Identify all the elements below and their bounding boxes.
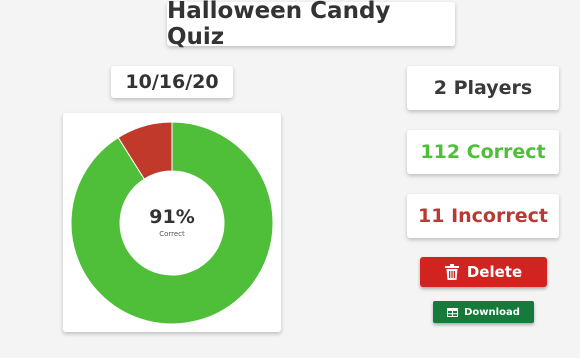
trash-icon: [444, 264, 459, 280]
delete-button[interactable]: Delete: [420, 257, 547, 287]
quiz-title-card: Halloween Candy Quiz: [167, 0, 455, 50]
incorrect-count: 11 Incorrect: [418, 205, 548, 227]
quiz-date: 10/16/20: [125, 71, 219, 93]
results-donut-chart-card: 91% Correct: [63, 113, 281, 332]
table-icon: [447, 307, 459, 317]
delete-button-label: Delete: [466, 263, 523, 281]
correct-count: 112 Correct: [420, 141, 546, 163]
quiz-date-card: 10/16/20: [111, 66, 233, 98]
download-button[interactable]: Download: [433, 301, 534, 323]
download-button-label: Download: [464, 306, 520, 318]
incorrect-stat-card: 11 Incorrect: [407, 194, 559, 238]
players-stat-card: 2 Players: [407, 66, 559, 110]
results-donut-chart: [70, 121, 274, 325]
correct-stat-card: 112 Correct: [407, 130, 559, 174]
quiz-title: Halloween Candy Quiz: [167, 0, 391, 50]
players-count: 2 Players: [433, 77, 533, 99]
